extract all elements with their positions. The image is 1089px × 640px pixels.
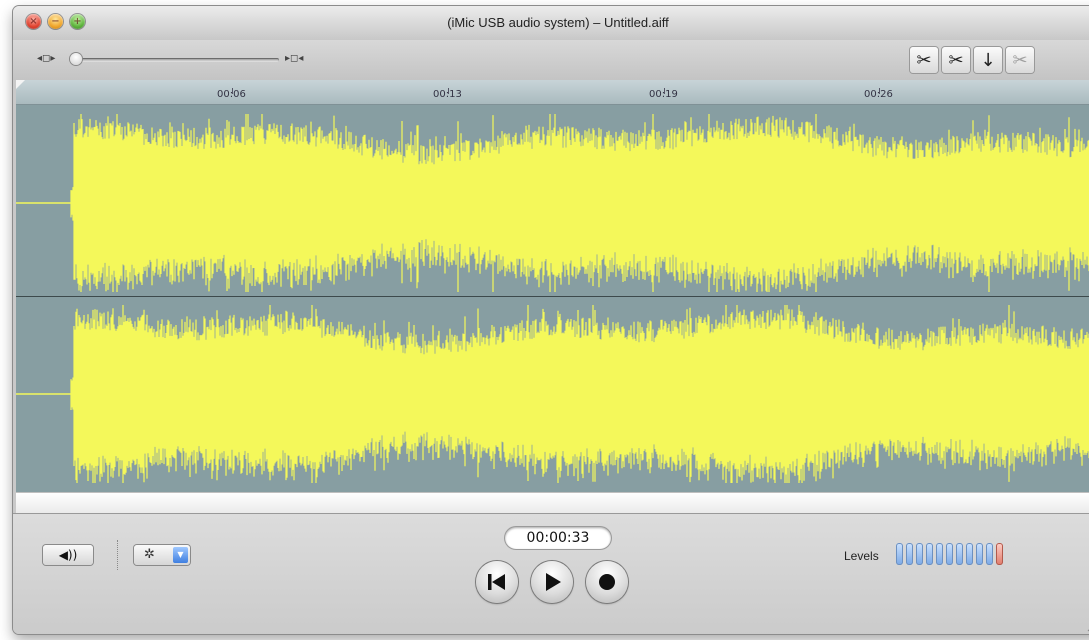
level-bar [986, 543, 993, 565]
gear-icon: ✲ [144, 547, 155, 562]
levels-label: Levels [844, 549, 879, 563]
level-bar [946, 543, 953, 565]
chevron-down-icon: ▼ [173, 547, 188, 563]
level-bar [956, 543, 963, 565]
scroll-strip[interactable] [16, 492, 1089, 513]
scissors-cut-icon: ✂ [916, 49, 932, 71]
right-channel[interactable] [16, 299, 1089, 489]
speaker-icon: ◀)) [58, 548, 78, 562]
level-bar [976, 543, 983, 565]
waveform-view[interactable] [16, 105, 1089, 492]
playhead-marker-icon[interactable] [16, 80, 25, 89]
level-bar [906, 543, 913, 565]
timecode-display: 00:00:33 [505, 527, 611, 549]
level-bar [996, 543, 1003, 565]
resize-grip-icon[interactable] [1082, 609, 1089, 633]
record-button[interactable] [586, 561, 628, 603]
zoom-slider-track[interactable] [71, 58, 279, 62]
window-title: (iMic USB audio system) – Untitled.aiff [447, 15, 669, 30]
control-bar: ◀)) ✲ ▼ 00:00:33 Levels [13, 513, 1089, 634]
rewind-button[interactable] [476, 561, 518, 603]
insert-icon: ↓ [980, 49, 996, 71]
cut-button[interactable]: ✂ [910, 47, 938, 73]
insert-button[interactable]: ↓ [974, 47, 1002, 73]
level-meter [896, 543, 1006, 565]
ruler-label: 00:06 [217, 89, 246, 100]
ruler-label: 00:13 [433, 89, 462, 100]
ruler-label: 00:26 [864, 89, 893, 100]
ruler-label: 00:19 [649, 89, 678, 100]
right-channel-waveform [16, 305, 1089, 483]
scissors-crop-icon: ✂ [948, 49, 964, 71]
title-bar[interactable]: × − + (iMic USB audio system) – Untitled… [13, 6, 1089, 41]
separator [117, 540, 119, 570]
crop-button[interactable]: ✂ [942, 47, 970, 73]
left-channel[interactable] [16, 108, 1089, 298]
level-bar [896, 543, 903, 565]
level-bar [926, 543, 933, 565]
edit-tools: ✂ ✂ ↓ ✂ [910, 47, 1038, 73]
zoom-slider-knob[interactable] [70, 53, 82, 65]
zoom-in-icon[interactable]: ▸◻◂ [285, 53, 303, 64]
left-channel-waveform [16, 114, 1089, 292]
zoom-out-icon[interactable]: ◂◻▸ [37, 53, 55, 64]
level-bar [916, 543, 923, 565]
volume-button[interactable]: ◀)) [43, 545, 93, 565]
level-bar [966, 543, 973, 565]
play-icon [546, 573, 561, 591]
split-button[interactable]: ✂ [1006, 47, 1034, 73]
level-bar [936, 543, 943, 565]
play-button[interactable] [531, 561, 573, 603]
action-menu-button[interactable]: ✲ ▼ [134, 545, 190, 565]
split-icon: ✂ [1012, 49, 1028, 71]
channel-divider [16, 296, 1089, 297]
toolbar: ◂◻▸ ▸◻◂ ✂ ✂ ↓ ✂ [13, 40, 1089, 80]
skip-to-start-icon [488, 574, 505, 590]
timeline-ruler[interactable]: 00:06 00:13 00:19 00:26 [16, 80, 1089, 105]
audio-recorder-window: × − + (iMic USB audio system) – Untitled… [13, 6, 1089, 634]
record-icon [599, 574, 615, 590]
